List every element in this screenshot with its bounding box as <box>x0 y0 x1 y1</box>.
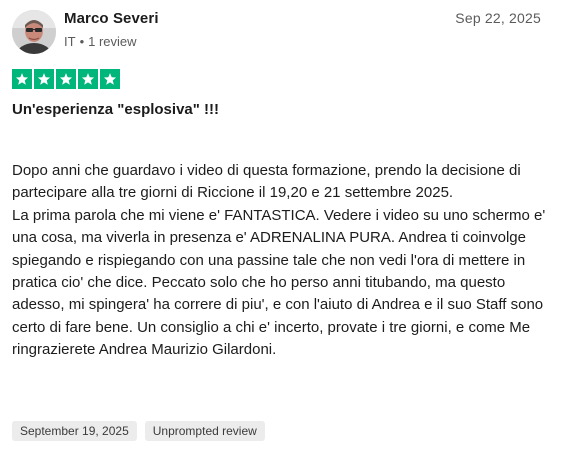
review-tags: September 19, 2025 Unprompted review <box>12 421 265 441</box>
star-icon <box>100 69 120 89</box>
review-card: Marco Severi IT • 1 review Sep 22, 2025 Un… <box>0 0 564 450</box>
separator-dot: • <box>79 34 85 49</box>
experience-date-tag: September 19, 2025 <box>12 421 137 441</box>
review-title: Un'esperienza "esplosiva" !!! <box>12 101 220 118</box>
review-type-tag[interactable]: Unprompted review <box>144 421 265 441</box>
reviewer-name[interactable]: Marco Severi <box>64 10 159 27</box>
review-date: Sep 22, 2025 <box>455 10 541 26</box>
avatar[interactable] <box>12 10 56 54</box>
star-icon <box>12 69 32 89</box>
review-paragraph: Dopo anni che guardavo i video di questa… <box>12 162 521 202</box>
star-rating <box>12 69 120 89</box>
review-paragraph: La prima parola che mi viene e' FANTASTI… <box>12 206 546 359</box>
star-icon <box>78 69 98 89</box>
review-body: Dopo anni che guardavo i video di questa… <box>12 160 552 362</box>
star-icon <box>56 69 76 89</box>
reviewer-meta: IT • 1 review <box>64 34 137 49</box>
star-icon <box>34 69 54 89</box>
reviewer-review-count: 1 review <box>88 34 137 49</box>
reviewer-country: IT <box>64 34 76 49</box>
